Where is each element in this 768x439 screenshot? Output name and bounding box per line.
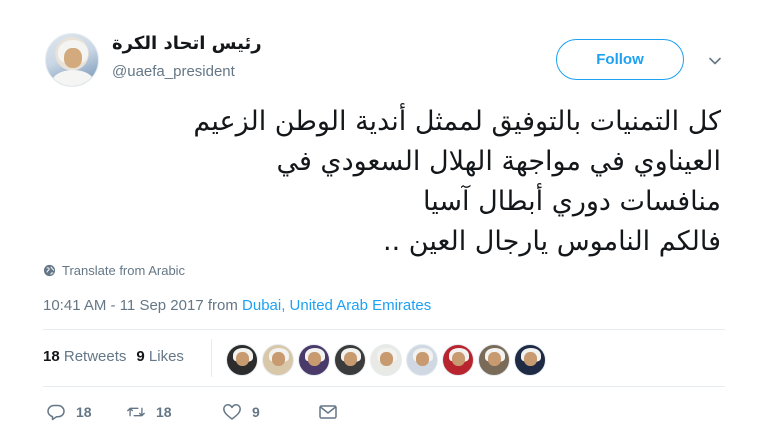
tweet-line: فالكم الناموس يارجال العين .. — [383, 226, 721, 257]
liker-avatars — [226, 344, 546, 376]
translate-link[interactable]: Translate from Arabic — [43, 263, 185, 278]
reply-count: 18 — [76, 404, 92, 420]
likes-count: 9 — [136, 348, 145, 365]
liker-face — [236, 352, 249, 366]
liker-avatar-8[interactable] — [478, 344, 510, 376]
retweet-icon — [127, 407, 145, 417]
author-username[interactable]: @uaefa_president — [112, 63, 235, 80]
globe-icon — [43, 264, 56, 277]
author-avatar[interactable] — [45, 33, 99, 87]
liker-face — [308, 352, 321, 366]
tweet-timestamp: 10:41 AM - 11 Sep 2017 from Dubai, Unite… — [43, 297, 431, 314]
retweets-stat[interactable]: 18 Retweets — [43, 348, 126, 365]
liker-face — [416, 352, 429, 366]
liker-avatar-6[interactable] — [406, 344, 438, 376]
translate-label[interactable]: Translate from Arabic — [62, 263, 185, 278]
liker-avatar-2[interactable] — [262, 344, 294, 376]
liker-avatar-3[interactable] — [298, 344, 330, 376]
stats-separator — [211, 339, 212, 377]
liker-face — [524, 352, 537, 366]
liker-face — [452, 352, 465, 366]
liker-avatar-7[interactable] — [442, 344, 474, 376]
avatar-body — [52, 70, 94, 86]
liker-face — [488, 352, 501, 366]
timestamp-text[interactable]: 10:41 AM - 11 Sep 2017 from — [43, 297, 242, 314]
liker-avatar-5[interactable] — [370, 344, 402, 376]
retweet-button[interactable]: 18 — [126, 403, 222, 421]
liker-face — [344, 352, 357, 366]
tweet-line: العيناوي في مواجهة الهلال السعودي في — [276, 146, 721, 177]
retweet-count: 18 — [156, 404, 172, 420]
retweets-count: 18 — [43, 348, 60, 365]
tweet-text: كل التمنيات بالتوفيق لممثل أندية الوطن ا… — [193, 102, 721, 262]
liker-avatar-9[interactable] — [514, 344, 546, 376]
like-count: 9 — [252, 404, 260, 420]
reply-icon — [47, 404, 65, 421]
tweet-actions: 18 18 9 — [46, 403, 338, 421]
retweets-label: Retweets — [63, 348, 127, 365]
like-button[interactable]: 9 — [222, 403, 318, 421]
tweet-line: منافسات دوري أبطال آسيا — [423, 186, 721, 217]
heart-icon — [223, 404, 241, 420]
tweet-line: كل التمنيات بالتوفيق لممثل أندية الوطن ا… — [193, 106, 721, 137]
liker-avatar-1[interactable] — [226, 344, 258, 376]
tweet-stats: 18 Retweets 9 Likes — [43, 348, 184, 365]
location-link[interactable]: Dubai, United Arab Emirates — [242, 297, 431, 314]
follow-button[interactable]: Follow — [556, 39, 684, 80]
liker-face — [272, 352, 285, 366]
author-display-name[interactable]: رئيس اتحاد الكرة — [112, 33, 272, 54]
divider — [43, 386, 725, 387]
liker-avatar-4[interactable] — [334, 344, 366, 376]
chevron-down-icon[interactable] — [707, 53, 723, 69]
likes-label: Likes — [148, 348, 184, 365]
reply-button[interactable]: 18 — [46, 403, 126, 421]
avatar-face — [64, 48, 82, 68]
divider — [43, 329, 725, 330]
direct-message-button[interactable] — [318, 403, 338, 421]
liker-face — [380, 352, 393, 366]
likes-stat[interactable]: 9 Likes — [136, 348, 184, 365]
envelope-icon — [319, 405, 337, 419]
